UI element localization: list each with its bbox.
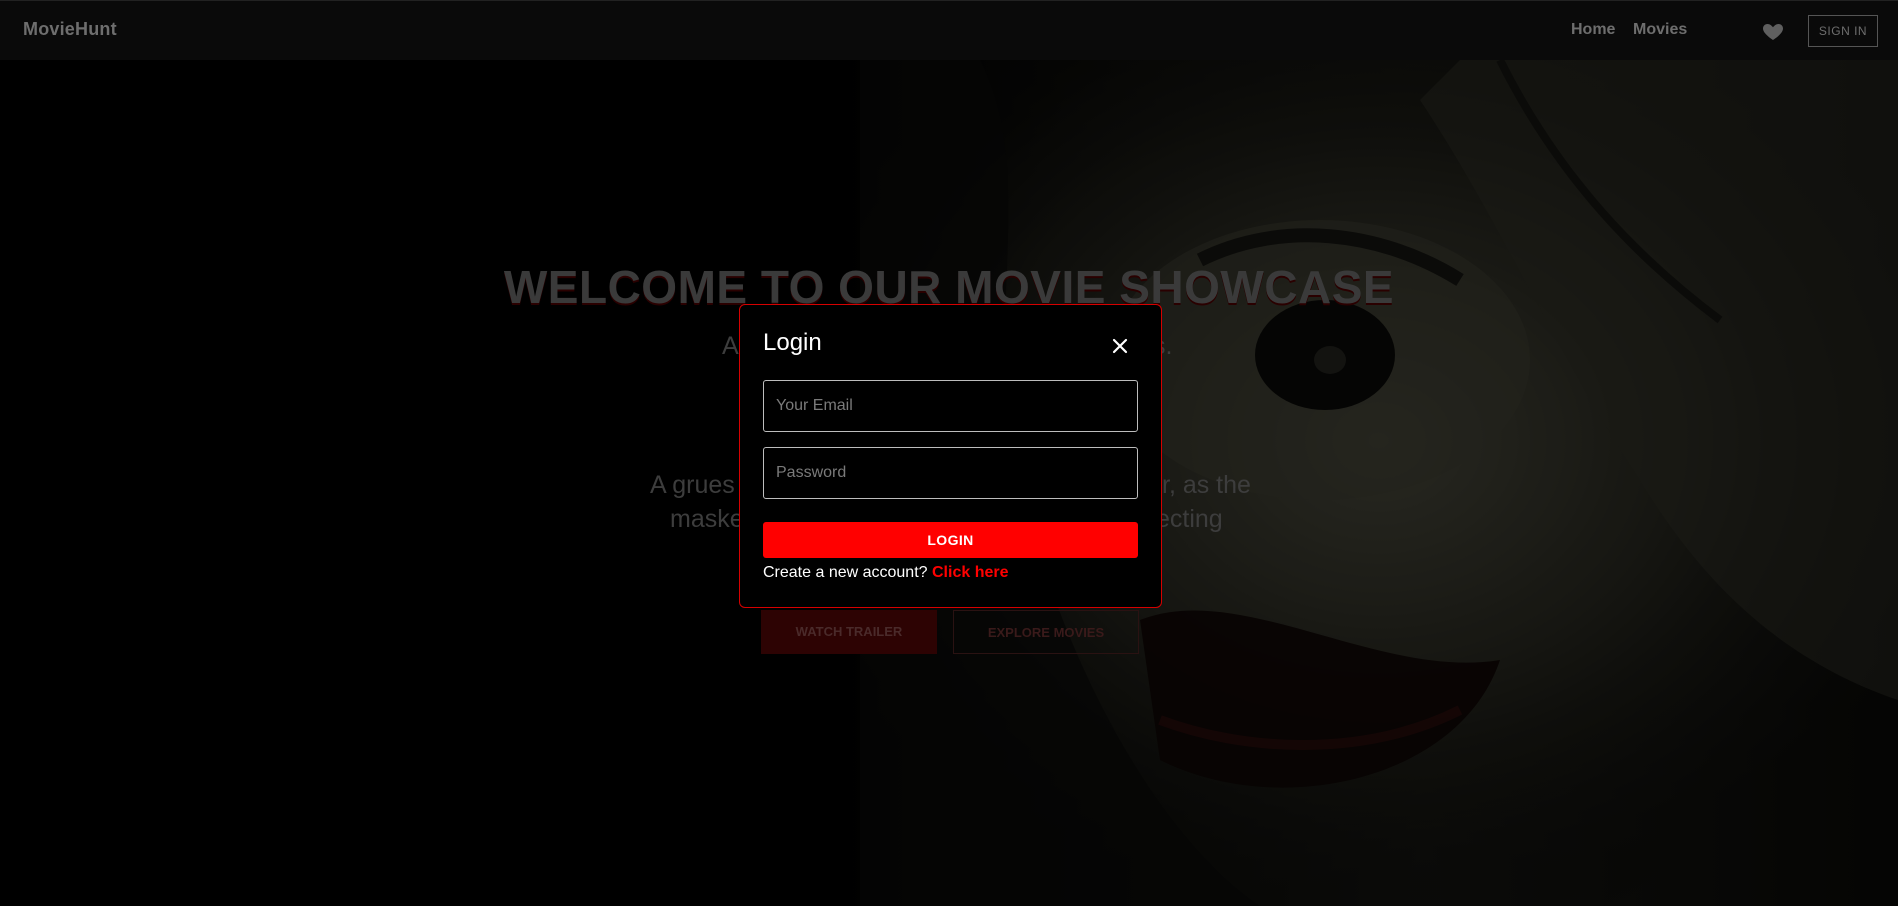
nav-home-link[interactable]: Home	[1571, 21, 1615, 39]
brand-logo[interactable]: MovieHunt	[23, 19, 117, 40]
watch-trailer-button[interactable]: WATCH TRAILER	[761, 610, 937, 654]
moon-icon[interactable]	[1708, 19, 1732, 43]
hero-desc-line2-left: maske	[670, 505, 744, 533]
signup-link[interactable]: Click here	[932, 564, 1008, 581]
password-field[interactable]	[763, 447, 1138, 499]
login-modal: Login LOGIN Create a new account? Click …	[739, 304, 1162, 608]
modal-title: Login	[763, 329, 822, 356]
heart-icon[interactable]	[1761, 19, 1785, 43]
hero-desc-line1-right: r, as the	[1162, 471, 1251, 499]
signup-prompt: Create a new account? Click here	[763, 564, 1008, 582]
login-button[interactable]: LOGIN	[763, 522, 1138, 558]
signin-button[interactable]: SIGN IN	[1808, 15, 1878, 47]
nav-movies-link[interactable]: Movies	[1633, 21, 1687, 39]
close-icon[interactable]	[1109, 335, 1131, 357]
explore-movies-button[interactable]: EXPLORE MOVIES	[953, 610, 1139, 654]
navbar: MovieHunt Home Movies SIGN IN	[0, 0, 1898, 60]
email-field[interactable]	[763, 380, 1138, 432]
hero-desc-line2-right: ecting	[1156, 505, 1223, 533]
hero-subtitle-left: A	[722, 332, 739, 360]
signup-prompt-text: Create a new account?	[763, 564, 928, 581]
hero-desc-line1-left: A grues	[650, 471, 735, 499]
